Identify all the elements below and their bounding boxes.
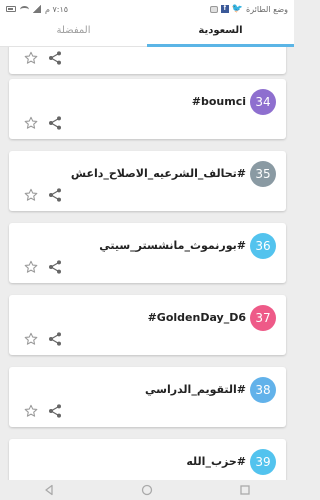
trend-card[interactable]: 36 #بورنموث_مانشستر_سيتي — [9, 223, 286, 283]
card-actions — [23, 331, 63, 347]
star-outline-icon[interactable] — [23, 187, 39, 203]
share-icon[interactable] — [47, 331, 63, 347]
share-icon[interactable] — [47, 403, 63, 419]
twitter-icon: 🐦 — [231, 4, 244, 14]
rank-badge: 34 — [250, 89, 276, 115]
status-time: ٧:١٥ م — [45, 4, 69, 14]
message-icon — [209, 5, 218, 13]
card-actions — [23, 115, 63, 131]
status-left: ٧:١٥ م — [6, 5, 68, 14]
star-outline-icon[interactable] — [23, 50, 39, 66]
tab-favorites[interactable]: المفضلة — [0, 18, 147, 46]
hashtag-text[interactable]: #GoldenDay_D6 — [25, 308, 246, 328]
hashtag-text[interactable]: #التقويم_الدراسي — [25, 380, 246, 400]
share-icon[interactable] — [47, 187, 63, 203]
trend-card[interactable] — [9, 47, 286, 74]
hashtag-text[interactable]: #تحالف_الشرعيه_الاصلاح_داعش — [25, 164, 246, 184]
trend-card[interactable]: 35 #تحالف_الشرعيه_الاصلاح_داعش — [9, 151, 286, 211]
back-icon[interactable] — [43, 484, 55, 496]
share-icon[interactable] — [47, 259, 63, 275]
rank-badge: 36 — [250, 233, 276, 259]
trend-list[interactable]: 34 #boumci 35 #تحالف_الشرعيه_الاصلاح_داع… — [0, 47, 294, 480]
recents-icon[interactable] — [239, 484, 251, 496]
tab-bar: السعودية المفضلة — [0, 18, 294, 47]
signal-icon — [33, 5, 41, 13]
card-actions — [23, 403, 63, 419]
card-actions — [23, 259, 63, 275]
tab-saudi[interactable]: السعودية — [147, 18, 294, 47]
trend-card[interactable]: 37 #GoldenDay_D6 — [9, 295, 286, 355]
star-outline-icon[interactable] — [23, 403, 39, 419]
trend-card[interactable]: 39 #حزب_الله — [9, 439, 286, 480]
hashtag-text[interactable]: #حزب_الله — [25, 452, 246, 472]
hashtag-text[interactable]: #بورنموث_مانشستر_سيتي — [25, 236, 246, 256]
battery-icon — [6, 6, 16, 12]
system-nav-bar — [0, 480, 294, 500]
rank-badge: 38 — [250, 377, 276, 403]
status-bar: ٧:١٥ م وضع الطائرة 🐦 f — [0, 0, 294, 18]
hashtag-text[interactable]: #boumci — [25, 92, 246, 112]
wifi-icon — [20, 5, 29, 13]
trend-card[interactable]: 34 #boumci — [9, 79, 286, 139]
home-icon[interactable] — [141, 484, 153, 496]
rank-badge: 39 — [250, 449, 276, 475]
facebook-icon: f — [220, 5, 229, 13]
card-actions — [23, 50, 63, 66]
status-notifications: وضع الطائرة 🐦 f — [209, 4, 288, 14]
trend-card[interactable]: 38 #التقويم_الدراسي — [9, 367, 286, 427]
rank-badge: 35 — [250, 161, 276, 187]
star-outline-icon[interactable] — [23, 259, 39, 275]
share-icon[interactable] — [47, 115, 63, 131]
star-outline-icon[interactable] — [23, 331, 39, 347]
rank-badge: 37 — [250, 305, 276, 331]
card-actions — [23, 187, 63, 203]
notification-text: وضع الطائرة — [246, 4, 288, 14]
star-outline-icon[interactable] — [23, 115, 39, 131]
share-icon[interactable] — [47, 50, 63, 66]
